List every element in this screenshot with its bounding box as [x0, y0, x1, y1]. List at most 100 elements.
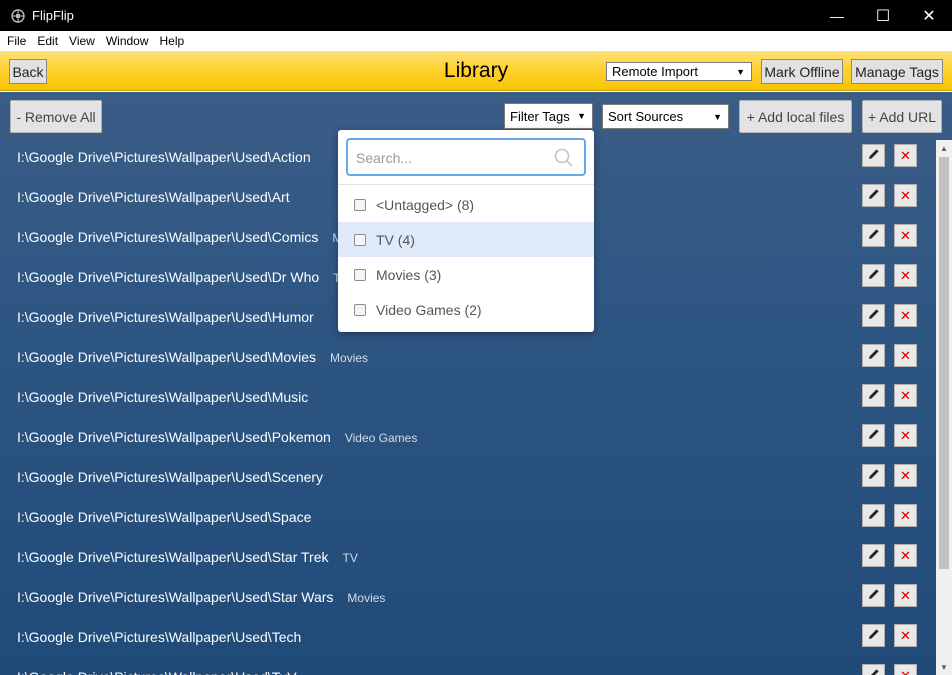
window-title: FlipFlip — [32, 8, 74, 23]
delete-source-button[interactable]: ✕ — [894, 464, 917, 487]
chevron-down-icon: ▼ — [577, 111, 586, 121]
tag-checkbox[interactable] — [354, 303, 366, 316]
edit-source-button[interactable] — [862, 344, 885, 367]
source-path[interactable]: I:\Google Drive\Pictures\Wallpaper\Used\… — [17, 309, 314, 325]
pencil-icon — [868, 587, 880, 605]
source-path[interactable]: I:\Google Drive\Pictures\Wallpaper\Used\… — [17, 469, 323, 485]
scrollbar[interactable]: ▲ ▼ — [936, 140, 952, 675]
remote-import-select[interactable]: Remote Import ▼ — [606, 62, 752, 81]
edit-source-button[interactable] — [862, 224, 885, 247]
source-path[interactable]: I:\Google Drive\Pictures\Wallpaper\Used\… — [17, 429, 417, 445]
source-path[interactable]: I:\Google Drive\Pictures\Wallpaper\Used\… — [17, 589, 385, 605]
delete-source-button[interactable]: ✕ — [894, 584, 917, 607]
delete-source-button[interactable]: ✕ — [894, 224, 917, 247]
edit-source-button[interactable] — [862, 464, 885, 487]
delete-source-button[interactable]: ✕ — [894, 184, 917, 207]
edit-source-button[interactable] — [862, 384, 885, 407]
sort-sources-select[interactable]: Sort Sources ▼ — [602, 104, 729, 129]
source-path[interactable]: I:\Google Drive\Pictures\Wallpaper\Used\… — [17, 629, 301, 645]
edit-source-button[interactable] — [862, 184, 885, 207]
source-path[interactable]: I:\Google Drive\Pictures\Wallpaper\Used\… — [17, 189, 290, 205]
remove-all-button[interactable]: - Remove All — [10, 100, 102, 133]
source-path[interactable]: I:\Google Drive\Pictures\Wallpaper\Used\… — [17, 669, 307, 675]
close-icon: ✕ — [900, 387, 911, 403]
source-path[interactable]: I:\Google Drive\Pictures\Wallpaper\Used\… — [17, 269, 341, 285]
tag-checkbox[interactable] — [354, 268, 366, 281]
edit-source-button[interactable] — [862, 584, 885, 607]
tag-option-label: TV (4) — [376, 231, 415, 248]
source-row[interactable]: I:\Google Drive\Pictures\Wallpaper\Used\… — [0, 658, 936, 675]
minimize-button[interactable]: — — [814, 0, 860, 31]
source-row[interactable]: I:\Google Drive\Pictures\Wallpaper\Used\… — [0, 578, 936, 618]
tag-checkbox[interactable] — [354, 198, 366, 211]
delete-source-button[interactable]: ✕ — [894, 144, 917, 167]
back-button[interactable]: Back — [9, 59, 47, 84]
source-path[interactable]: I:\Google Drive\Pictures\Wallpaper\Used\… — [17, 389, 308, 405]
delete-source-button[interactable]: ✕ — [894, 424, 917, 447]
scrollbar-thumb[interactable] — [939, 157, 949, 569]
close-window-button[interactable]: ✕ — [906, 0, 952, 31]
tag-option-tv[interactable]: TV (4) — [338, 222, 594, 257]
delete-source-button[interactable]: ✕ — [894, 384, 917, 407]
edit-source-button[interactable] — [862, 664, 885, 675]
edit-source-button[interactable] — [862, 264, 885, 287]
menu-window[interactable]: Window — [102, 34, 153, 48]
delete-source-button[interactable]: ✕ — [894, 304, 917, 327]
filter-tags-label: Filter Tags — [510, 108, 570, 124]
tag-search-input[interactable] — [356, 148, 546, 168]
delete-source-button[interactable]: ✕ — [894, 624, 917, 647]
source-row[interactable]: I:\Google Drive\Pictures\Wallpaper\Used\… — [0, 618, 936, 658]
source-row[interactable]: I:\Google Drive\Pictures\Wallpaper\Used\… — [0, 418, 936, 458]
menu-view[interactable]: View — [65, 34, 99, 48]
pencil-icon — [868, 427, 880, 445]
source-row[interactable]: I:\Google Drive\Pictures\Wallpaper\Used\… — [0, 378, 936, 418]
delete-source-button[interactable]: ✕ — [894, 544, 917, 567]
tag-option-video-games[interactable]: Video Games (2) — [338, 292, 594, 327]
delete-source-button[interactable]: ✕ — [894, 504, 917, 527]
delete-source-button[interactable]: ✕ — [894, 264, 917, 287]
edit-source-button[interactable] — [862, 544, 885, 567]
pencil-icon — [868, 347, 880, 365]
manage-tags-button[interactable]: Manage Tags — [851, 59, 943, 84]
mark-offline-button[interactable]: Mark Offline — [761, 59, 843, 84]
source-path[interactable]: I:\Google Drive\Pictures\Wallpaper\Used\… — [17, 349, 368, 365]
source-path-text: I:\Google Drive\Pictures\Wallpaper\Used\… — [17, 549, 329, 565]
source-row[interactable]: I:\Google Drive\Pictures\Wallpaper\Used\… — [0, 538, 936, 578]
edit-source-button[interactable] — [862, 624, 885, 647]
tag-search-box[interactable] — [346, 138, 586, 176]
tag-option-untagged[interactable]: <Untagged> (8) — [338, 187, 594, 222]
edit-source-button[interactable] — [862, 304, 885, 327]
source-tag: Movies — [330, 351, 369, 365]
tag-option-movies[interactable]: Movies (3) — [338, 257, 594, 292]
close-icon: ✕ — [900, 627, 911, 643]
dropdown-divider — [338, 184, 594, 185]
scroll-up-icon[interactable]: ▲ — [936, 140, 952, 156]
source-path[interactable]: I:\Google Drive\Pictures\Wallpaper\Used\… — [17, 509, 311, 525]
source-path[interactable]: I:\Google Drive\Pictures\Wallpaper\Used\… — [17, 229, 342, 245]
source-row[interactable]: I:\Google Drive\Pictures\Wallpaper\Used\… — [0, 458, 936, 498]
menu-bar: File Edit View Window Help — [0, 31, 952, 51]
source-row[interactable]: I:\Google Drive\Pictures\Wallpaper\Used\… — [0, 498, 936, 538]
source-path[interactable]: I:\Google Drive\Pictures\Wallpaper\Used\… — [17, 549, 358, 565]
edit-source-button[interactable] — [862, 504, 885, 527]
scroll-down-icon[interactable]: ▼ — [936, 659, 952, 675]
source-row[interactable]: I:\Google Drive\Pictures\Wallpaper\Used\… — [0, 338, 936, 378]
add-url-button[interactable]: + Add URL — [862, 100, 942, 133]
filter-tags-select[interactable]: Filter Tags ▼ — [504, 103, 593, 129]
source-path[interactable]: I:\Google Drive\Pictures\Wallpaper\Used\… — [17, 149, 311, 165]
menu-file[interactable]: File — [3, 34, 30, 48]
tag-checkbox[interactable] — [354, 233, 366, 246]
close-icon: ✕ — [922, 7, 936, 25]
delete-source-button[interactable]: ✕ — [894, 344, 917, 367]
edit-source-button[interactable] — [862, 144, 885, 167]
menu-edit[interactable]: Edit — [33, 34, 62, 48]
source-path-text: I:\Google Drive\Pictures\Wallpaper\Used\… — [17, 389, 309, 405]
source-tag: Video Games — [344, 431, 418, 445]
add-local-files-button[interactable]: + Add local files — [739, 100, 852, 133]
pencil-icon — [868, 507, 880, 525]
search-icon — [554, 148, 574, 173]
maximize-button[interactable]: ☐ — [860, 0, 906, 31]
menu-help[interactable]: Help — [156, 34, 189, 48]
edit-source-button[interactable] — [862, 424, 885, 447]
delete-source-button[interactable]: ✕ — [894, 664, 917, 675]
